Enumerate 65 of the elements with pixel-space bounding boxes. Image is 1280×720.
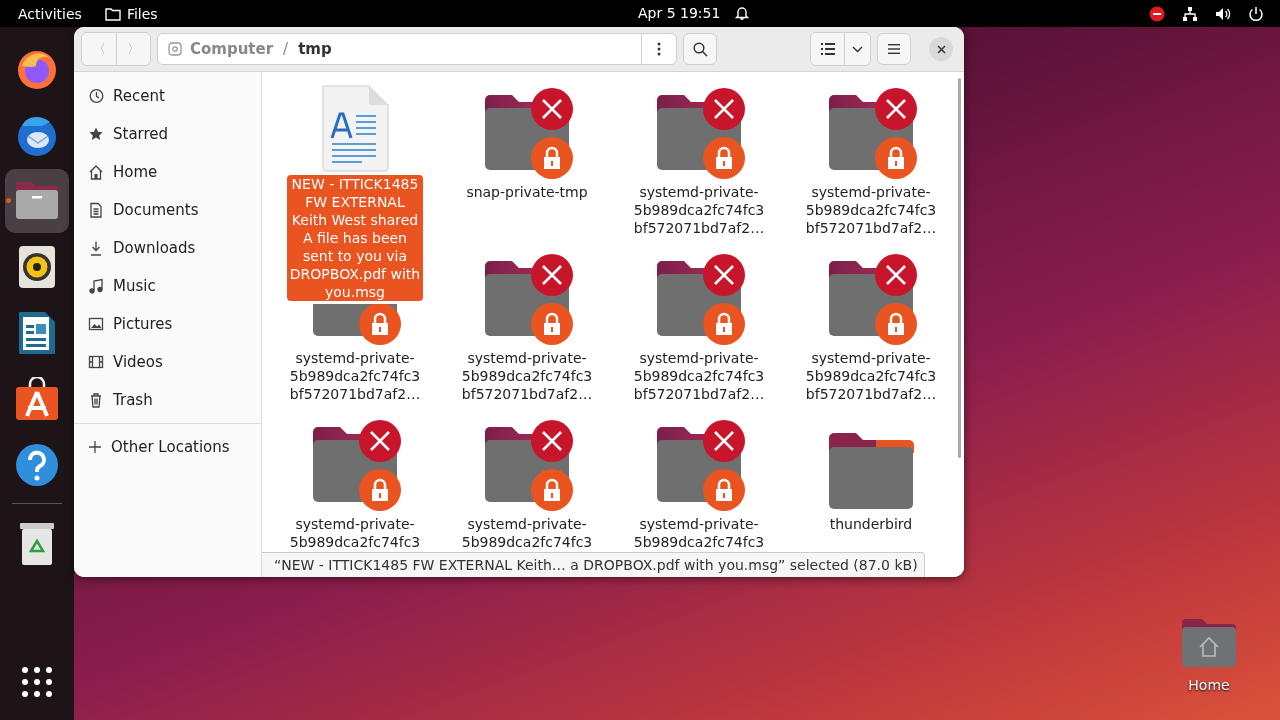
home-icon — [88, 164, 104, 180]
sidebar-item[interactable]: Videos — [74, 343, 261, 381]
list-view-button[interactable] — [811, 33, 844, 65]
network-icon[interactable] — [1182, 5, 1198, 22]
recent-icon — [88, 88, 104, 104]
caret-icon — [852, 45, 863, 53]
app-grid-icon[interactable] — [21, 666, 53, 698]
starred-icon — [88, 126, 104, 142]
folder-icon[interactable] — [14, 181, 60, 221]
file-name[interactable]: snap-private-tmp — [463, 183, 591, 201]
path-separator: / — [283, 40, 289, 58]
file-name[interactable]: systemd-private- 5b989dca2fc74fc3 — [286, 515, 424, 551]
document-icon[interactable] — [18, 311, 56, 355]
app-menu[interactable]: Files — [126, 5, 158, 22]
do-not-disturb-icon[interactable] — [1149, 5, 1165, 22]
sidebar-item[interactable]: Downloads — [74, 229, 261, 267]
file-name[interactable]: systemd-private- 5b989dca2fc74fc3 — [630, 515, 768, 551]
file-name[interactable]: systemd-private- 5b989dca2fc74fc3 bf572071bd7af2… — [630, 183, 768, 237]
search-button[interactable] — [683, 33, 717, 65]
running-indicator — [6, 198, 11, 203]
sidebar-item[interactable]: Home — [74, 153, 261, 191]
videos-icon — [88, 354, 104, 370]
sidebar-item[interactable]: Trash — [74, 381, 261, 419]
pictures-icon — [88, 316, 104, 332]
sidebar-item[interactable]: Pictures — [74, 305, 261, 343]
folder-icon[interactable] — [826, 430, 916, 512]
search-icon — [692, 41, 708, 57]
power-icon[interactable] — [1248, 5, 1264, 22]
bell-icon[interactable] — [734, 5, 750, 21]
downloads-icon — [88, 240, 104, 256]
list-icon — [820, 43, 835, 55]
file-name[interactable]: systemd-private- 5b989dca2fc74fc3 bf572071bd7af2… — [802, 349, 940, 403]
sidebar-item[interactable]: Recent — [74, 77, 261, 115]
plus-icon — [88, 440, 102, 454]
home-folder-icon[interactable] — [1180, 617, 1238, 669]
music-icon — [88, 278, 104, 294]
path-segment[interactable]: Computer — [190, 40, 274, 58]
folder-icon — [104, 6, 121, 21]
close-button[interactable] — [929, 37, 953, 61]
help-icon[interactable] — [15, 443, 59, 487]
file-name[interactable]: NEW - ITTICK1485 FW EXTERNAL Keith West shared A file has been sent to you via DROPBOX.pdf with you.msg — [286, 175, 424, 301]
trash-icon — [88, 392, 104, 408]
status-bar: “NEW - ITTICK1485 FW EXTERNAL Keith… a DROPBOX.pdf with you.msg” selected (87.0 kB) — [262, 552, 925, 577]
file-name[interactable]: systemd-private- 5b989dca2fc74fc3 bf572071bd7af2… — [286, 349, 424, 403]
desktop-icon-label[interactable]: Home — [1188, 677, 1230, 693]
recycle-bin-icon[interactable] — [18, 521, 56, 567]
clock[interactable]: Apr 5 19:51 — [638, 5, 721, 21]
activities-button[interactable]: Activities — [0, 5, 90, 22]
sidebar-item[interactable]: Music — [74, 267, 261, 305]
file-name[interactable]: systemd-private- 5b989dca2fc74fc3 bf572071bd7af2… — [458, 349, 596, 403]
menu-button[interactable] — [877, 33, 911, 65]
sidebar-item[interactable]: Starred — [74, 115, 261, 153]
sidebar-item[interactable]: Documents — [74, 191, 261, 229]
file-name[interactable]: systemd-private- 5b989dca2fc74fc3 bf572071bd7af2… — [630, 349, 768, 403]
menu-icon — [888, 44, 900, 54]
file-name[interactable]: thunderbird — [826, 515, 916, 533]
file-name[interactable]: systemd-private- 5b989dca2fc74fc3 bf572071bd7af2… — [802, 183, 940, 237]
vertical-dots-icon — [657, 42, 661, 56]
sidebar-item[interactable]: Other Locations — [74, 428, 261, 466]
speaker-icon[interactable] — [18, 245, 56, 289]
path-segment[interactable]: tmp — [298, 40, 332, 58]
close-icon — [936, 44, 946, 54]
documents-icon — [88, 202, 104, 218]
file-name[interactable]: systemd-private- 5b989dca2fc74fc3 — [458, 515, 596, 551]
shopping-bag-icon[interactable] — [15, 377, 59, 421]
